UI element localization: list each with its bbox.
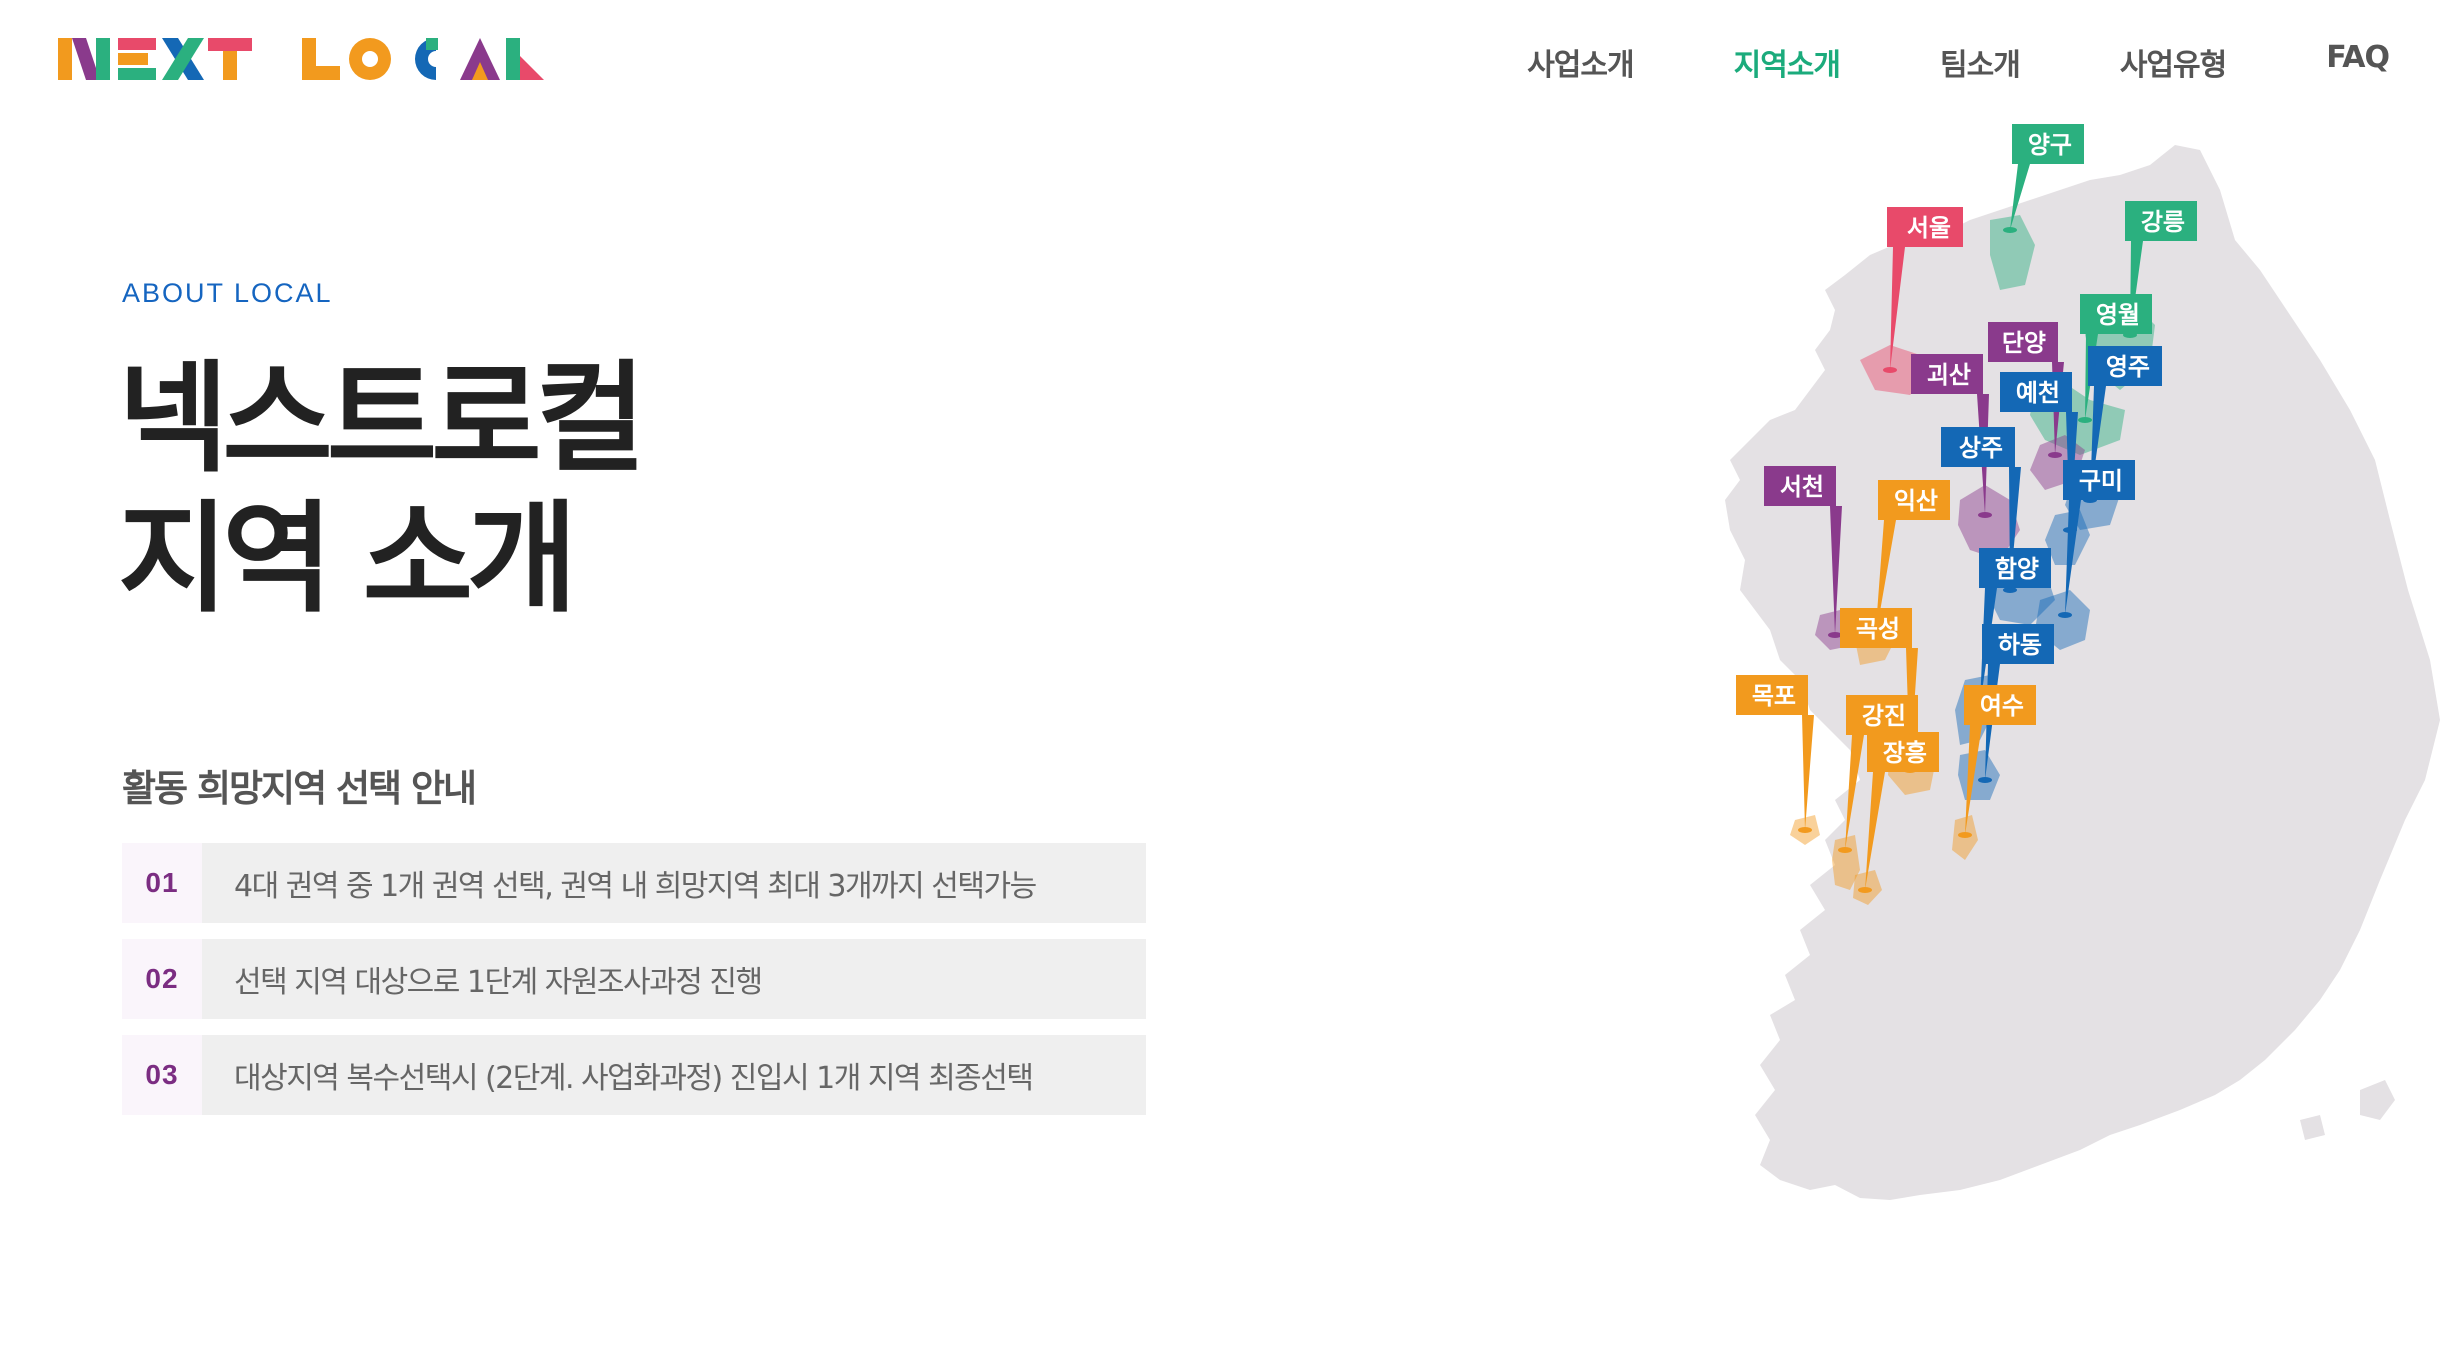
region-label[interactable]: 양구 [2028,131,2072,159]
korea-region-map: 양구서울 강릉영월단양괴산 영주예천상주구미 서천익산함양곡성하동목포강진 여수장흥 [1660,120,2440,1270]
nav-business-types[interactable]: 사업유형 [2120,40,2227,84]
region-label[interactable]: 영주 [2106,353,2150,381]
korea-island [2300,1115,2325,1140]
nav-business-intro[interactable]: 사업소개 [1527,40,1634,84]
region-label[interactable]: 예천 [2016,379,2060,407]
region-label[interactable]: 서천 [1780,473,1824,501]
region-label[interactable]: 익산 [1894,487,1938,515]
guide-step-number: 03 [122,1035,202,1115]
region-label[interactable]: 곡성 [1856,615,1900,643]
guide-step: 01 4대 권역 중 1개 권역 선택, 권역 내 희망지역 최대 3개까지 선… [122,843,1146,923]
region-label[interactable]: 여수 [1980,692,2024,720]
region-label[interactable]: 함양 [1995,555,2039,583]
guide-step-text: 대상지역 복수선택시 (2단계. 사업화과정) 진입시 1개 지역 최종선택 [234,1061,1034,1096]
page-title-line1: 넥스트로컬 [118,350,646,489]
region-label[interactable]: 강릉 [2141,208,2185,236]
page-title: 넥스트로컬 지역 소개 [118,350,646,630]
region-label[interactable]: 단양 [2002,329,2046,357]
region-label[interactable]: 강진 [1862,702,1906,730]
region-label[interactable]: 목포 [1752,682,1796,710]
region-label[interactable]: 영월 [2096,301,2140,329]
logo-graphic [58,38,544,80]
guide-step: 02 선택 지역 대상으로 1단계 자원조사과정 진행 [122,939,1146,1019]
region-label[interactable]: 괴산 [1927,361,1971,389]
korea-island [2360,1080,2395,1120]
guide-step-number: 01 [122,843,202,923]
korea-map-svg: 양구서울 강릉영월단양괴산 영주예천상주구미 서천익산함양곡성하동목포강진 여수장흥 [1725,124,2440,1200]
next-local-logo[interactable] [58,34,548,84]
nav-faq[interactable]: FAQ [2326,40,2390,84]
region-label[interactable]: 상주 [1959,434,2003,462]
region-label[interactable]: 구미 [2079,467,2123,495]
page-title-line2: 지역 소개 [118,490,577,629]
region-label[interactable]: 서울 [1907,214,1951,242]
guide-heading: 활동 희망지역 선택 안내 [122,767,477,810]
region-label[interactable]: 장흥 [1883,739,1927,767]
region-label[interactable]: 하동 [1998,631,2042,659]
guide-step: 03 대상지역 복수선택시 (2단계. 사업화과정) 진입시 1개 지역 최종선… [122,1035,1146,1115]
guide-step-text: 4대 권역 중 1개 권역 선택, 권역 내 희망지역 최대 3개까지 선택가능 [234,869,1037,904]
nav-team-intro[interactable]: 팀소개 [1940,40,2021,84]
section-eyebrow: ABOUT LOCAL [122,278,333,308]
guide-steps: 01 4대 권역 중 1개 권역 선택, 권역 내 희망지역 최대 3개까지 선… [122,843,1146,1131]
guide-step-number: 02 [122,939,202,1019]
guide-step-text: 선택 지역 대상으로 1단계 자원조사과정 진행 [234,965,763,1000]
nav-region-intro[interactable]: 지역소개 [1734,40,1841,84]
main-nav: 사업소개 지역소개 팀소개 사업유형 FAQ [1427,40,2390,84]
